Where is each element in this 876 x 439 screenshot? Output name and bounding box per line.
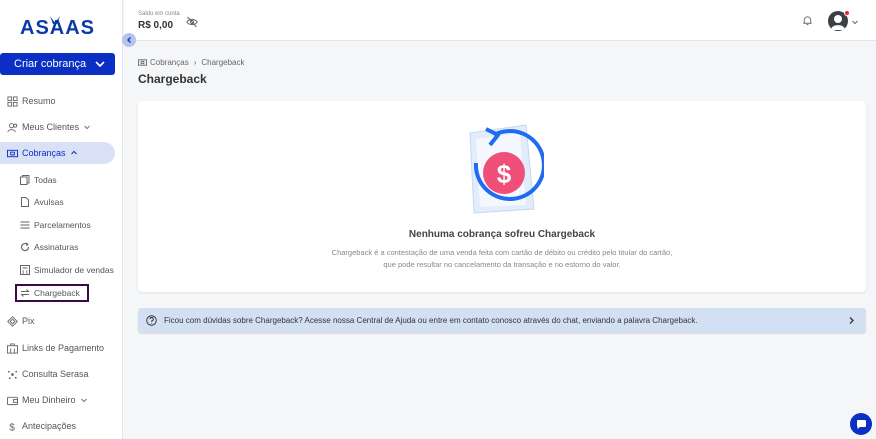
sidebar-item-label: Meus Clientes [22, 122, 80, 132]
sidebar-subitem-label: Assinaturas [34, 242, 79, 252]
help-banner[interactable]: Ficou com dúvidas sobre Chargeback? Aces… [138, 308, 866, 333]
chat-button[interactable] [850, 413, 872, 435]
svg-text:$: $ [497, 159, 512, 189]
sidebar-item-label: Links de Pagamento [22, 343, 105, 353]
list-icon [20, 221, 30, 229]
notification-dot [844, 10, 850, 16]
swap-icon [20, 289, 30, 297]
breadcrumb-separator: › [193, 58, 197, 67]
sidebar-item-resumo[interactable]: Resumo [0, 90, 115, 112]
link-icon [7, 342, 18, 354]
create-charge-label: Criar cobrança [14, 58, 87, 70]
page-title: Chargeback [138, 72, 207, 86]
sidebar-subitem-label: Avulsas [34, 197, 64, 207]
sidebar: ASAAS Criar cobrança Resumo Meus Cliente… [0, 0, 123, 439]
chevron-down-icon[interactable] [851, 18, 859, 26]
help-banner-text: Ficou com dúvidas sobre Chargeback? Aces… [164, 316, 698, 325]
balance-value: R$ 0,00 [138, 20, 174, 31]
sidebar-subitem-assinaturas[interactable]: Assinaturas [20, 238, 116, 256]
sidebar-subitem-avulsas[interactable]: Avulsas [20, 193, 116, 211]
sidebar-item-label: Cobranças [22, 148, 66, 158]
calculator-icon [20, 265, 30, 275]
balance-label: Saldo em conta [138, 11, 180, 17]
file-icon [21, 197, 29, 207]
sidebar-item-links-pagamento[interactable]: Links de Pagamento [0, 337, 115, 359]
sidebar-item-meu-dinheiro[interactable]: Meu Dinheiro [0, 389, 115, 411]
bell-icon[interactable] [802, 15, 813, 26]
chevron-right-icon [849, 317, 854, 324]
sidebar-item-antecipacoes[interactable]: $ Antecipações [0, 415, 115, 437]
sidebar-item-label: Meu Dinheiro [22, 395, 76, 405]
sidebar-item-label: Resumo [22, 96, 56, 106]
sidebar-item-consulta-serasa[interactable]: Consulta Serasa [0, 363, 115, 385]
sidebar-collapse-button[interactable] [122, 33, 136, 47]
svg-text:$: $ [9, 422, 15, 431]
chat-icon [856, 419, 866, 429]
chevron-down-icon [80, 398, 87, 403]
sidebar-subitem-simulador[interactable]: Simulador de vendas [20, 261, 116, 279]
chevron-up-icon [70, 150, 77, 155]
breadcrumb-current: Chargeback [201, 58, 245, 67]
pix-icon [7, 315, 18, 327]
billing-icon [138, 59, 147, 66]
sidebar-item-label: Consulta Serasa [22, 369, 89, 379]
sidebar-subitem-parcelamentos[interactable]: Parcelamentos [20, 216, 116, 234]
eye-off-icon[interactable] [186, 16, 198, 28]
sidebar-subitem-label: Todas [34, 175, 57, 185]
sidebar-subitem-label: Simulador de vendas [34, 265, 114, 275]
users-icon [7, 122, 18, 132]
billing-icon [7, 149, 18, 157]
chevron-left-icon [127, 37, 131, 43]
chevron-down-icon [95, 61, 105, 68]
wallet-icon [7, 396, 18, 405]
sidebar-subitem-label: Chargeback [34, 288, 80, 298]
dashboard-icon [7, 95, 18, 107]
refresh-icon [20, 242, 30, 252]
sidebar-item-meus-clientes[interactable]: Meus Clientes [0, 116, 115, 138]
sidebar-item-cobrancas[interactable]: Cobranças [0, 142, 115, 164]
topbar: Saldo em conta R$ 0,00 [124, 0, 876, 41]
asaas-logo-icon: ASAAS [20, 16, 94, 38]
dollar-icon: $ [9, 422, 15, 431]
asaas-logo[interactable]: ASAAS [20, 14, 100, 38]
sidebar-subitem-todas[interactable]: Todas [20, 171, 116, 189]
serasa-icon [7, 370, 18, 379]
sidebar-item-label: Antecipações [22, 421, 77, 431]
empty-state-title: Nenhuma cobrança sofreu Chargeback [408, 229, 596, 240]
sidebar-subitem-label: Parcelamentos [34, 220, 91, 230]
sidebar-item-label: Pix [22, 316, 35, 326]
files-icon [20, 175, 30, 185]
breadcrumb-parent[interactable]: Cobranças [150, 58, 189, 67]
sidebar-subitem-chargeback[interactable]: Chargeback [15, 284, 89, 302]
empty-state-description: Chargeback é a contestação de uma venda … [331, 248, 673, 269]
breadcrumb: Cobranças › Chargeback [138, 58, 245, 67]
question-circle-icon [146, 315, 157, 326]
create-charge-button[interactable]: Criar cobrança [0, 53, 115, 75]
empty-state-card: $ Nenhuma cobrança sofreu Chargeback Cha… [138, 101, 866, 292]
chevron-down-icon [84, 125, 90, 130]
chargeback-illustration-icon: $ [469, 124, 544, 214]
sidebar-item-pix[interactable]: Pix [0, 310, 115, 332]
